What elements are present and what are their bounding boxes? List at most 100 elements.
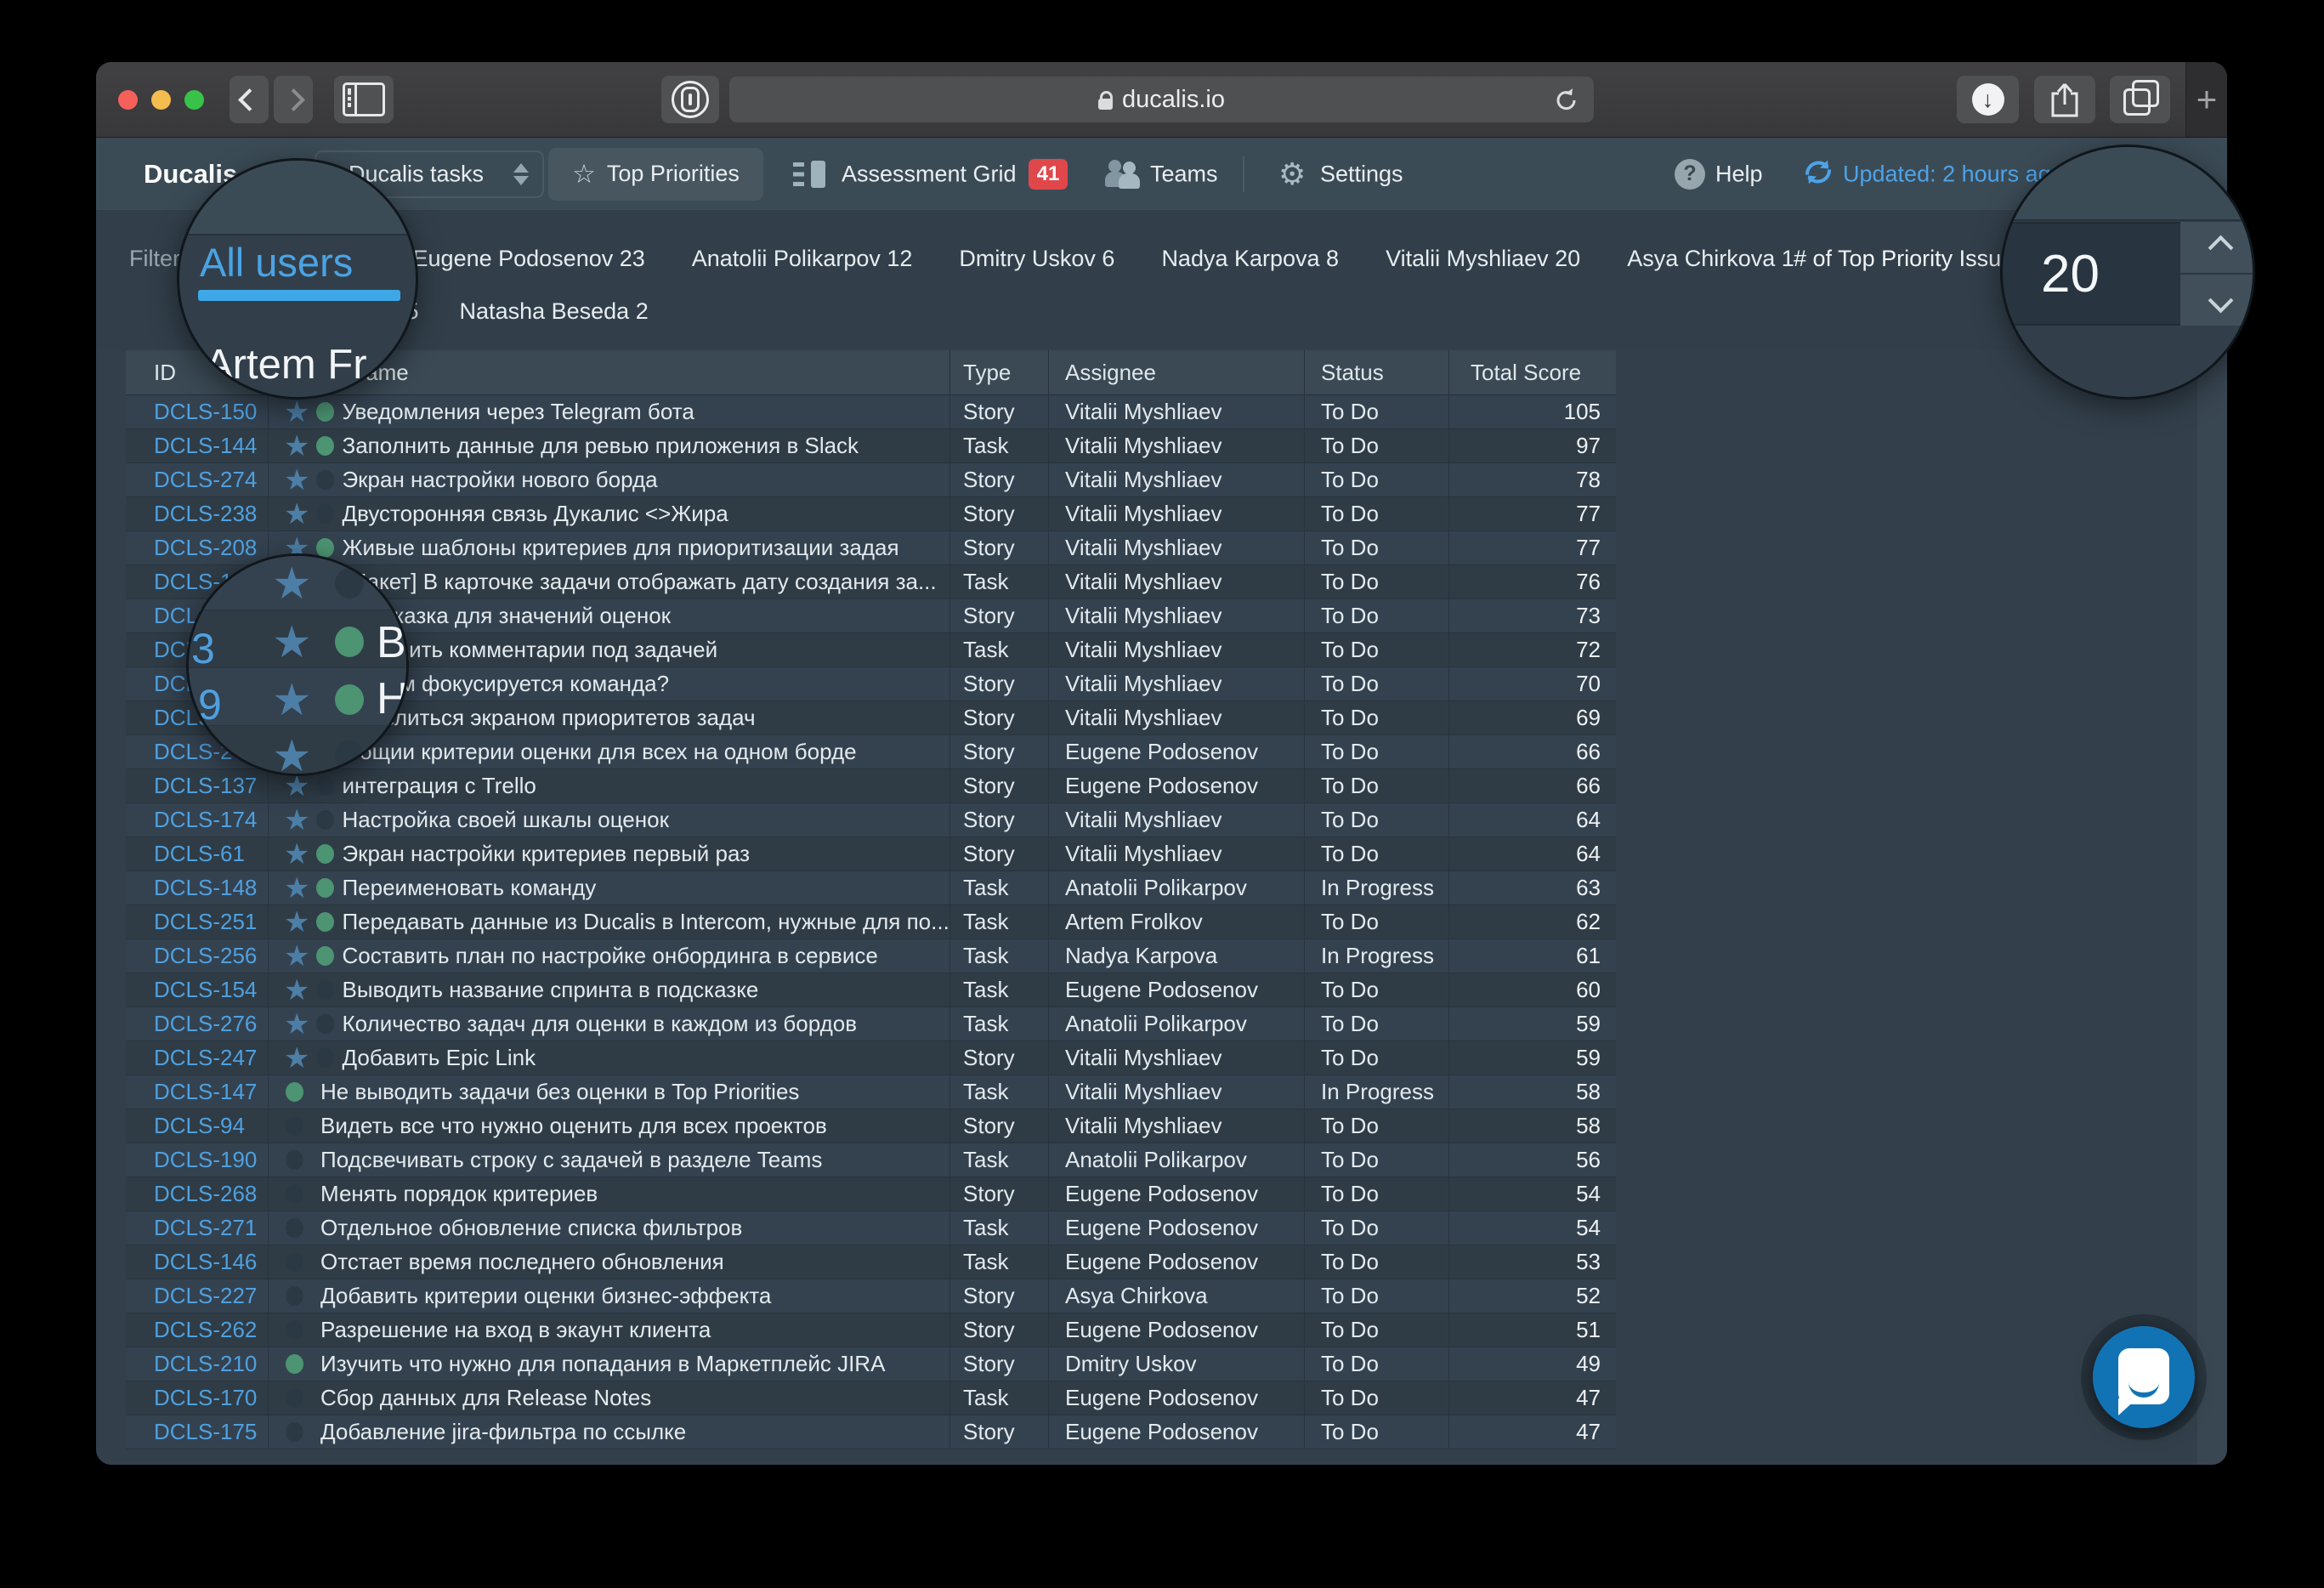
issue-status: To Do	[1304, 1011, 1448, 1037]
new-tab-button[interactable]: +	[2185, 62, 2227, 137]
issue-id-link[interactable]: DCLS-148	[126, 875, 268, 901]
table-row[interactable]: DCLS-268Менять порядок критериевStoryEug…	[126, 1177, 1616, 1211]
filter-user[interactable]: Natasha Beseda 2	[460, 298, 649, 325]
table-row[interactable]: DCLS-276★Количество задач для оценки в к…	[126, 1007, 1616, 1041]
issue-id-link[interactable]: DCLS-256	[126, 943, 268, 969]
zoom-window-button[interactable]	[184, 90, 204, 110]
issue-id-link[interactable]: DCLS-150	[126, 399, 268, 425]
issue-id-link[interactable]: DCLS-147	[126, 1079, 268, 1105]
stepper-down-button[interactable]	[2180, 275, 2255, 326]
issue-id-link[interactable]: DCLS-210	[126, 1351, 268, 1377]
issue-id-link[interactable]: DCLS-262	[126, 1317, 268, 1343]
stepper-up-button[interactable]	[2180, 222, 2255, 275]
issue-id-link[interactable]: DCLS-137	[126, 773, 268, 799]
issue-id-link[interactable]: DCLS-94	[126, 1113, 268, 1139]
issue-id-link[interactable]: DCLS-154	[126, 977, 268, 1003]
tab-teams[interactable]: Teams	[1150, 161, 1218, 187]
tab-overview-button[interactable]	[2110, 76, 2170, 123]
star-icon[interactable]: ★	[284, 941, 309, 972]
sidebar-toggle-button[interactable]	[334, 76, 394, 123]
tab-settings[interactable]: Settings	[1320, 161, 1403, 187]
table-row[interactable]: DCLS-238★Двусторонняя связь Дукалис <>Жи…	[126, 497, 1616, 531]
issue-id-link[interactable]: DCLS-247	[126, 1045, 268, 1071]
issue-id-link[interactable]: DCLS-174	[126, 807, 268, 833]
table-row[interactable]: DCLS-144★Заполнить данные для ревью прил…	[126, 429, 1616, 463]
intercom-chat-button[interactable]	[2093, 1326, 2195, 1428]
table-row[interactable]: DCLS-251★Передавать данные из Ducalis в …	[126, 905, 1616, 939]
table-row[interactable]: DCLS-148★Переименовать командуTaskAnatol…	[126, 871, 1616, 905]
issue-id-link[interactable]: DCLS-238	[126, 501, 268, 527]
star-icon[interactable]: ★	[284, 907, 309, 938]
table-row[interactable]: DCLS-256★Составить план по настройке онб…	[126, 939, 1616, 973]
issue-id-link[interactable]: DCLS-274	[126, 467, 268, 493]
share-button[interactable]	[2034, 76, 2095, 123]
issue-id-link[interactable]: DCLS-271	[126, 1215, 268, 1241]
issue-id-link[interactable]: DCLS-175	[126, 1419, 268, 1445]
table-row[interactable]: DCLS-170Сбор данных для Release NotesTas…	[126, 1381, 1616, 1415]
filter-user[interactable]: Nadya Karpova 8	[1161, 246, 1339, 272]
table-row[interactable]: DCLS-61★Экран настройки критериев первый…	[126, 837, 1616, 871]
filter-user[interactable]: Anatolii Polikarpov 12	[692, 246, 913, 272]
table-row[interactable]: DCLS-274★Экран настройки нового бордаSto…	[126, 463, 1616, 497]
star-icon[interactable]: ★	[284, 873, 309, 904]
table-row[interactable]: DCLS-147Не выводить задачи без оценки в …	[126, 1075, 1616, 1109]
issue-id-link[interactable]: DCLS-251	[126, 909, 268, 935]
table-row[interactable]: DCLS-154★Выводить название спринта в под…	[126, 973, 1616, 1007]
status-dot	[286, 1388, 303, 1408]
scrollbar-track[interactable]	[2197, 350, 2227, 1465]
table-row[interactable]: DCLS-137★интеграция с TrelloStoryEugene …	[126, 769, 1616, 803]
downloads-button[interactable]: ↓	[1957, 76, 2019, 123]
column-header[interactable]: Total Score	[1448, 360, 1616, 386]
star-icon[interactable]: ★	[284, 465, 309, 496]
filter-user[interactable]: Eugene Podosenov 23	[413, 246, 645, 272]
filter-user[interactable]: Asya Chirkova 1	[1627, 246, 1794, 272]
issue-id-link[interactable]: DCLS-276	[126, 1011, 268, 1037]
reload-button[interactable]	[1553, 87, 1580, 118]
minimize-window-button[interactable]	[151, 90, 171, 110]
tab-top-priorities[interactable]: ☆ Top Priorities	[548, 148, 763, 201]
star-icon[interactable]: ★	[284, 499, 309, 530]
table-row[interactable]: DCLS-247★Добавить Epic LinkStoryVitalii …	[126, 1041, 1616, 1075]
filter-user[interactable]: Dmitry Uskov 6	[959, 246, 1114, 272]
table-row[interactable]: DCLS-210Изучить что нужно для попадания …	[126, 1347, 1616, 1381]
column-header[interactable]: Assignee	[1048, 360, 1304, 386]
password-extension-button[interactable]	[661, 76, 719, 123]
star-icon[interactable]: ★	[284, 839, 309, 870]
issue-id-link[interactable]: DCLS-190	[126, 1147, 268, 1173]
issue-status: To Do	[1304, 807, 1448, 833]
issue-id-link[interactable]: DCLS-227	[126, 1283, 268, 1309]
refresh-icon[interactable]	[1801, 155, 1835, 193]
back-button[interactable]	[230, 76, 269, 123]
address-bar[interactable]: ducalis.io	[729, 77, 1594, 122]
table-row[interactable]: DCLS-262Разрешение на вход в экаунт клие…	[126, 1313, 1616, 1347]
table-row[interactable]: DCLS-227Добавить критерии оценки бизнес-…	[126, 1279, 1616, 1313]
close-window-button[interactable]	[118, 90, 138, 110]
filter-user[interactable]: Vitalii Myshliaev 20	[1386, 246, 1580, 272]
table-row[interactable]: DCLS-150★Уведомления через Telegram бота…	[126, 395, 1616, 429]
tab-assessment-grid[interactable]: Assessment Grid	[842, 161, 1017, 187]
table-row[interactable]: DCLS-146Отстает время последнего обновле…	[126, 1245, 1616, 1279]
issue-id-link[interactable]: DCLS-268	[126, 1181, 268, 1207]
star-icon[interactable]: ★	[284, 1009, 309, 1040]
table-row[interactable]: DCLS-94Видеть все что нужно оценить для …	[126, 1109, 1616, 1143]
star-icon[interactable]: ★	[284, 431, 309, 462]
table-row[interactable]: DCLS-190Подсвечивать строку с задачей в …	[126, 1143, 1616, 1177]
column-header[interactable]: Type	[949, 360, 1048, 386]
issue-id-link[interactable]: DCLS-144	[126, 433, 268, 459]
table-row[interactable]: DCLS-175Добавление jira-фильтра по ссылк…	[126, 1415, 1616, 1449]
top-priority-count-input[interactable]: 20	[2003, 222, 2180, 326]
star-icon[interactable]: ★	[284, 975, 309, 1006]
issue-id-link[interactable]: DCLS-61	[126, 841, 268, 867]
star-icon[interactable]: ★	[284, 1043, 309, 1074]
column-header[interactable]: Status	[1304, 360, 1448, 386]
star-icon[interactable]: ★	[284, 397, 309, 428]
status-dot	[286, 1422, 303, 1442]
status-dot	[286, 1286, 303, 1306]
issue-id-link[interactable]: DCLS-146	[126, 1249, 268, 1275]
table-row[interactable]: DCLS-271Отдельное обновление списка филь…	[126, 1211, 1616, 1245]
star-icon[interactable]: ★	[284, 805, 309, 836]
forward-button[interactable]	[274, 76, 313, 123]
table-row[interactable]: DCLS-174★Настройка своей шкалы оценокSto…	[126, 803, 1616, 837]
help-button[interactable]: Help	[1715, 161, 1763, 187]
issue-id-link[interactable]: DCLS-170	[126, 1385, 268, 1411]
